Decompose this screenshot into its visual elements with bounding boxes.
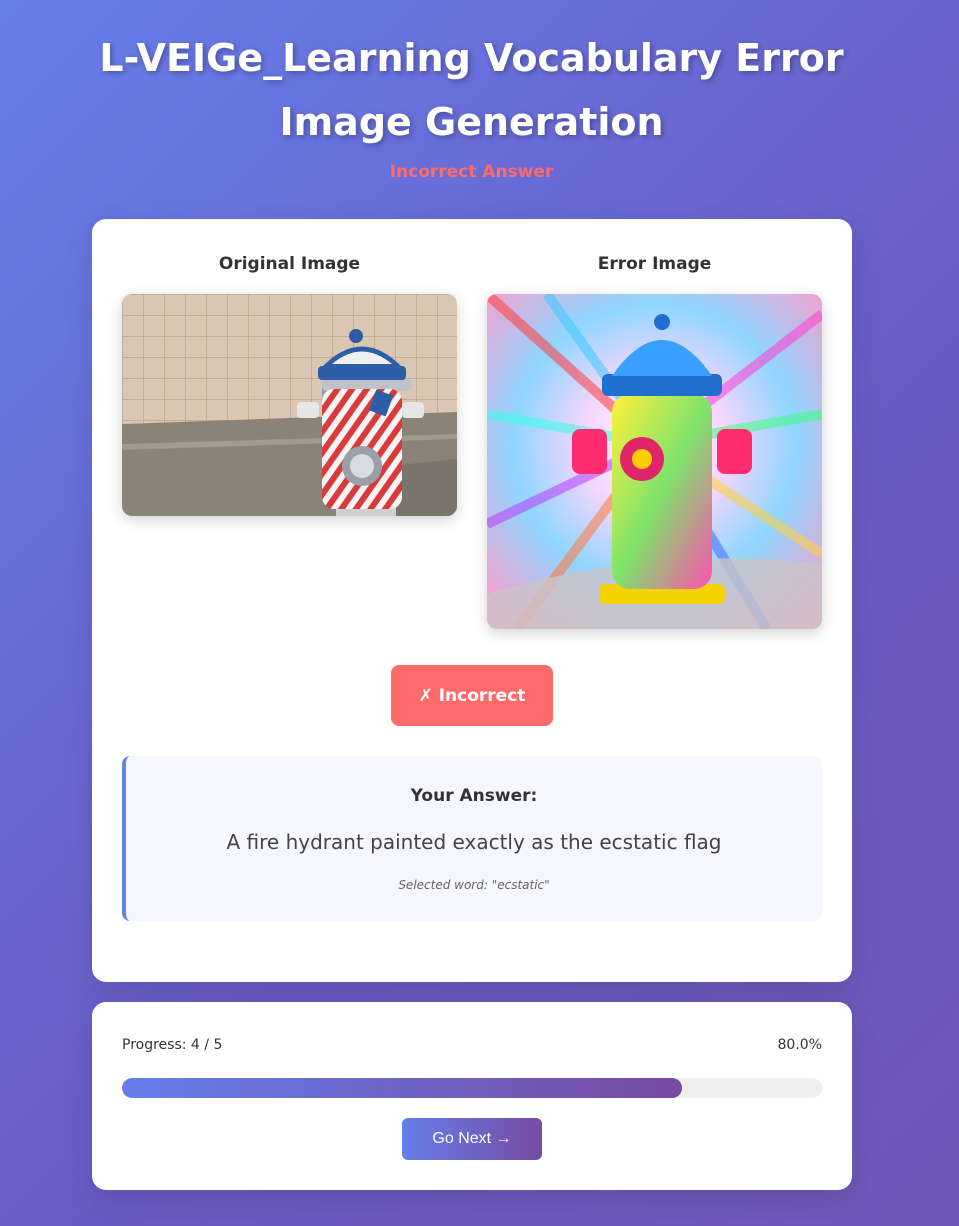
- error-image: [487, 294, 822, 629]
- page-title-line-2: Image Generation: [279, 100, 664, 144]
- progress-card: Progress: 4 / 5 80.0% Go Next →: [92, 1002, 852, 1190]
- go-next-button[interactable]: Go Next →: [402, 1118, 542, 1160]
- incorrect-result-button[interactable]: ✗ Incorrect: [391, 665, 553, 726]
- progress-bar: [122, 1078, 822, 1098]
- progress-percent: 80.0%: [777, 1037, 822, 1053]
- result-status-text: Incorrect Answer: [389, 162, 554, 182]
- page-title: L-VEIGe_Learning Vocabulary Error Image …: [0, 26, 943, 154]
- selected-word-text: Selected word: "ecstatic": [398, 878, 550, 892]
- original-image-caption: Original Image: [218, 254, 361, 274]
- result-card: Original Image Error Image ✗ Incorrect Y…: [92, 219, 852, 982]
- answer-text: A fire hydrant painted exactly as the ec…: [226, 830, 722, 854]
- page-title-line-1: L-VEIGe_Learning Vocabulary Error: [99, 36, 844, 80]
- original-image: [122, 294, 457, 516]
- error-image-caption: Error Image: [597, 254, 712, 274]
- progress-label: Progress: 4 / 5: [122, 1037, 223, 1053]
- progress-bar-fill: [122, 1078, 682, 1098]
- answer-panel: Your Answer: A fire hydrant painted exac…: [122, 756, 822, 921]
- answer-heading: Your Answer:: [410, 786, 538, 806]
